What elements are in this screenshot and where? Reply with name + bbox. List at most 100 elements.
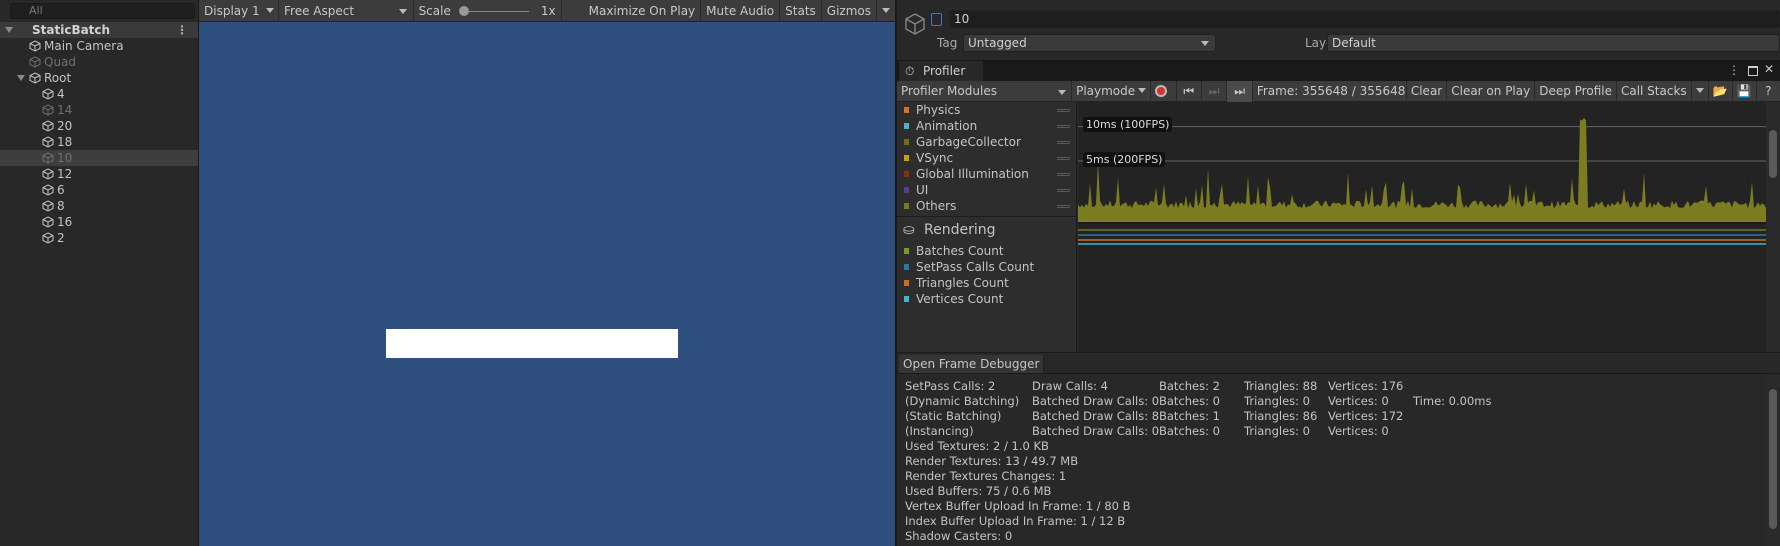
module-item[interactable]: Physics	[897, 102, 1076, 118]
name-field[interactable]: 10	[949, 10, 1780, 28]
layer-dropdown[interactable]: Default	[1327, 34, 1780, 52]
hierarchy-item[interactable]: 10	[0, 150, 198, 166]
scale-slider[interactable]: Scale 1x	[414, 0, 562, 22]
tag-label: Tag	[937, 36, 958, 50]
cube-icon	[42, 88, 54, 100]
mute-audio-button[interactable]: Mute Audio	[701, 0, 781, 22]
stats-row: (Dynamic Batching) Batched Draw Calls: 0B…	[905, 394, 1492, 408]
hierarchy-item[interactable]: 18	[0, 134, 198, 150]
clear-button[interactable]: Clear	[1407, 81, 1448, 102]
item-label: 12	[57, 167, 73, 181]
stats-row: (Instancing) Batched Draw Calls: 0 Batches…	[905, 424, 1389, 438]
hierarchy-item[interactable]: Quad	[0, 54, 198, 70]
module-item[interactable]: SetPass Calls Count	[897, 259, 1076, 275]
playmode-dropdown[interactable]: Playmode	[1072, 81, 1152, 102]
deep-profile-button[interactable]: Deep Profile	[1535, 81, 1617, 102]
hierarchy-item[interactable]: 20	[0, 118, 198, 134]
aspect-dropdown[interactable]: Free Aspect	[279, 0, 414, 22]
drag-handle-icon[interactable]	[1057, 189, 1070, 192]
module-item[interactable]: Others	[897, 198, 1076, 214]
module-item[interactable]: UI	[897, 182, 1076, 198]
stats-line: Used Buffers: 75 / 0.6 MB	[905, 484, 1052, 498]
hierarchy-search-input[interactable]: All	[10, 3, 195, 19]
stopwatch-icon: ⏱	[905, 64, 915, 78]
rendering-module-header[interactable]: ⛀ Rendering	[897, 217, 1076, 243]
gameobject-cube-icon[interactable]	[904, 12, 926, 36]
cube-icon	[29, 72, 41, 84]
stats-row: SetPass Calls: 2 Draw Calls: 4 Batches: 2T…	[905, 379, 1404, 393]
maximize-on-play-button[interactable]: Maximize On Play	[584, 0, 702, 22]
drag-handle-icon[interactable]	[1057, 205, 1070, 208]
game-toolbar: Display 1 Free Aspect Scale 1x Maximize O…	[199, 0, 895, 22]
item-label: 8	[57, 199, 65, 213]
module-item[interactable]: GarbageCollector	[897, 134, 1076, 150]
scene-row[interactable]: StaticBatch ⋮	[0, 22, 198, 38]
item-label: 14	[57, 103, 73, 117]
more-icon[interactable]: ⋮	[176, 22, 188, 38]
color-swatch	[904, 139, 909, 145]
module-item[interactable]: Triangles Count	[897, 275, 1076, 291]
gizmos-button[interactable]: Gizmos	[822, 0, 877, 22]
color-swatch	[904, 107, 909, 113]
rendering-chart[interactable]	[1078, 224, 1766, 354]
hierarchy-item[interactable]: Main Camera	[0, 38, 198, 54]
module-scrollbar[interactable]	[1766, 102, 1780, 354]
cube-icon	[42, 184, 54, 196]
hierarchy-item[interactable]: 4	[0, 86, 198, 102]
drag-handle-icon[interactable]	[1057, 125, 1070, 128]
display-dropdown[interactable]: Display 1	[199, 0, 279, 22]
active-checkbox[interactable]	[931, 13, 942, 26]
color-swatch	[904, 171, 909, 177]
clear-on-play-button[interactable]: Clear on Play	[1447, 81, 1536, 102]
save-icon[interactable]: 💾	[1733, 81, 1757, 102]
record-button[interactable]	[1151, 81, 1177, 102]
drag-handle-icon[interactable]	[1057, 141, 1070, 144]
gizmos-dropdown[interactable]	[877, 0, 895, 22]
drag-handle-icon[interactable]	[1057, 109, 1070, 112]
drag-handle-icon[interactable]	[1057, 173, 1070, 176]
stats-button[interactable]: Stats	[780, 0, 822, 22]
module-item[interactable]: Vertices Count	[897, 291, 1076, 307]
expand-icon[interactable]	[17, 75, 25, 81]
stats-scrollbar[interactable]	[1766, 375, 1780, 546]
hierarchy-item[interactable]: 12	[0, 166, 198, 182]
5ms-line-label: 5ms (200FPS)	[1083, 152, 1166, 167]
cube-icon	[42, 168, 54, 180]
stats-line: Used Textures: 2 / 1.0 KB	[905, 439, 1049, 453]
call-stacks-button[interactable]: Call Stacks	[1617, 81, 1692, 102]
open-frame-debugger-button[interactable]: Open Frame Debugger	[899, 355, 1045, 373]
hierarchy-item[interactable]: 8	[0, 198, 198, 214]
call-stacks-dropdown[interactable]	[1692, 81, 1709, 102]
load-icon[interactable]: 📂	[1709, 81, 1733, 102]
tag-dropdown[interactable]: Untagged	[963, 34, 1216, 52]
color-swatch	[904, 155, 909, 161]
quad-render	[386, 329, 678, 358]
item-label: 20	[57, 119, 73, 133]
hierarchy-item[interactable]: 16	[0, 214, 198, 230]
hierarchy-item[interactable]: 6	[0, 182, 198, 198]
module-item[interactable]: Global Illumination	[897, 166, 1076, 182]
color-swatch	[904, 296, 909, 302]
hierarchy-item[interactable]: Root	[0, 70, 198, 86]
rendering-stats: SetPass Calls: 2 Draw Calls: 4 Batches: 2T…	[897, 375, 1766, 546]
drag-handle-icon[interactable]	[1057, 157, 1070, 160]
cube-icon	[29, 56, 41, 68]
cube-icon	[42, 152, 54, 164]
maximize-icon[interactable]	[1748, 66, 1758, 76]
cube-icon	[42, 216, 54, 228]
more-icon[interactable]: ⋮	[1728, 63, 1740, 77]
previous-frame-button[interactable]: ⏮	[1177, 81, 1202, 102]
current-frame-button[interactable]: ⏭	[1227, 81, 1253, 102]
hierarchy-item[interactable]: 14	[0, 102, 198, 118]
hierarchy-item[interactable]: 2	[0, 230, 198, 246]
module-item[interactable]: Batches Count	[897, 243, 1076, 259]
tab-profiler[interactable]: ⏱ Profiler	[899, 61, 983, 81]
expand-icon[interactable]	[5, 27, 13, 33]
module-item[interactable]: VSync	[897, 150, 1076, 166]
help-icon[interactable]: ?	[1757, 81, 1780, 102]
profiler-modules-dropdown[interactable]: Profiler Modules	[897, 81, 1073, 102]
module-item[interactable]: Animation	[897, 118, 1076, 134]
next-frame-button[interactable]: ⏭	[1202, 81, 1228, 102]
close-icon[interactable]: ✕	[1764, 62, 1774, 76]
cpu-usage-chart[interactable]	[1078, 102, 1766, 224]
